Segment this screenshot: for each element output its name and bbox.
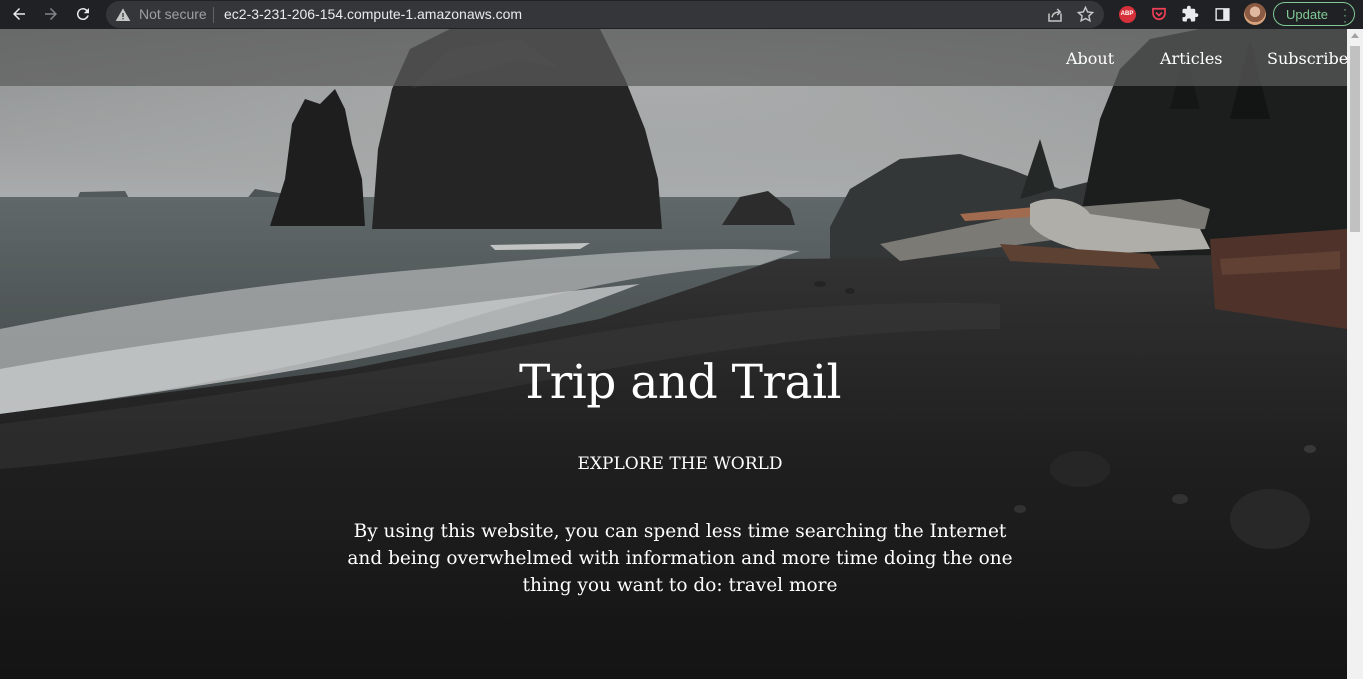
pocket-icon[interactable] xyxy=(1149,4,1169,24)
update-label: Update xyxy=(1286,6,1328,22)
nav-link-articles[interactable]: Articles xyxy=(1160,49,1223,68)
adblock-plus-icon[interactable]: ABP xyxy=(1117,4,1137,24)
hero-title: Trip and Trail xyxy=(518,355,842,410)
adblock-plus-badge: ABP xyxy=(1118,5,1136,23)
url-text[interactable]: ec2-3-231-206-154.compute-1.amazonaws.co… xyxy=(224,6,522,22)
security-status[interactable]: Not secure xyxy=(139,6,207,22)
site-navbar: About Articles Subscribe xyxy=(0,29,1347,86)
hero-subtitle: EXPLORE THE WORLD xyxy=(577,454,783,474)
nav-link-about[interactable]: About xyxy=(1066,49,1114,68)
address-divider xyxy=(213,7,214,23)
reload-icon[interactable] xyxy=(71,3,95,25)
more-icon[interactable]: · · · xyxy=(1343,3,1347,27)
scroll-up-arrow-icon[interactable] xyxy=(1351,33,1359,38)
scroll-thumb[interactable] xyxy=(1350,46,1360,232)
nav-link-subscribe[interactable]: Subscribe xyxy=(1267,49,1347,68)
forward-icon[interactable] xyxy=(39,3,63,25)
update-button[interactable]: Update · · · xyxy=(1273,2,1355,27)
browser-toolbar: Not secure ec2-3-231-206-154.compute-1.a… xyxy=(0,0,1363,29)
star-icon[interactable] xyxy=(1076,5,1095,24)
vertical-scrollbar[interactable] xyxy=(1347,29,1363,679)
back-icon[interactable] xyxy=(7,3,31,25)
address-bar[interactable]: Not secure ec2-3-231-206-154.compute-1.a… xyxy=(106,1,1104,28)
extensions-icon[interactable] xyxy=(1180,4,1200,24)
profile-avatar[interactable] xyxy=(1244,3,1266,25)
page-viewport: About Articles Subscribe Trip and Trail … xyxy=(0,29,1347,679)
warning-icon[interactable] xyxy=(115,7,131,23)
side-panel-icon[interactable] xyxy=(1212,4,1232,24)
hero-description: By using this website, you can spend les… xyxy=(347,521,1013,596)
share-icon[interactable] xyxy=(1046,6,1064,24)
